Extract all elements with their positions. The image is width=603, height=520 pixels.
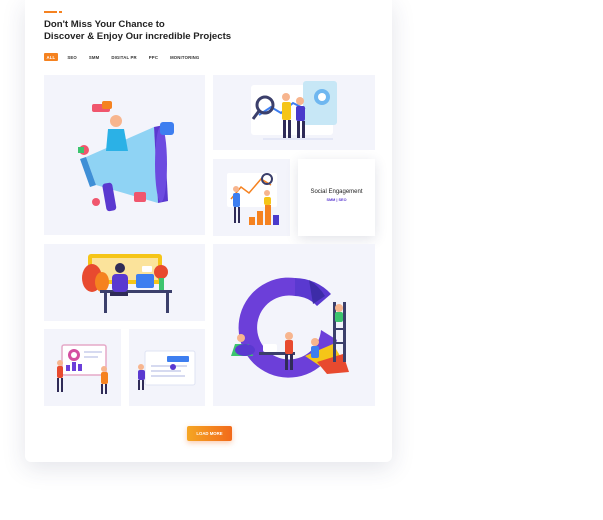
filter-tab-all[interactable]: ALL [44,53,58,61]
filter-tab-smm[interactable]: SMM [86,53,101,61]
portfolio-tile-pie-chart-team[interactable] [213,244,375,406]
portfolio-tile-social-engagement[interactable]: Social Engagement SMM | SEO [298,159,375,236]
filter-tab-ppc[interactable]: PPC [146,53,160,61]
section-title-line2: Discover & Enjoy Our incredible Projects [44,31,232,43]
workspace-illustration [82,254,172,313]
portfolio-tile-workspace[interactable] [44,244,205,321]
eyebrow-dot [59,11,62,13]
hover-card-title: Social Engagement [310,189,363,195]
web-design-illustration [138,350,196,390]
dashboard-presentation-illustration [57,344,108,394]
filter-tabs: ALL SEO SMM DIGITAL PR PPC MONITORING [44,53,202,61]
filter-tab-digital-pr[interactable]: DIGITAL PR [109,53,139,61]
hover-card-tags: SMM | SEO [326,198,347,202]
megaphone-illustration [78,101,174,212]
filter-tab-monitoring[interactable]: MONITORING [168,53,202,61]
section-title-line1: Don't Miss Your Chance to [44,19,165,30]
portfolio-tile-dashboard-presentation[interactable] [44,329,121,406]
growth-chart-illustration [227,173,279,225]
portfolio-tile-data-analysis[interactable] [213,75,375,150]
portfolio-tile-web-design[interactable] [129,329,205,406]
section-title: Don't Miss Your Chance to Discover & Enj… [44,19,254,44]
pie-chart-team-illustration [231,277,349,378]
filter-tab-seo[interactable]: SEO [65,53,80,61]
section-eyebrow [44,11,62,13]
eyebrow-line [44,11,57,13]
portfolio-tile-growth-chart[interactable] [213,159,290,236]
portfolio-tile-megaphone[interactable] [44,75,205,235]
load-more-button[interactable]: LOAD MORE [187,426,232,441]
data-analysis-illustration [251,81,337,140]
